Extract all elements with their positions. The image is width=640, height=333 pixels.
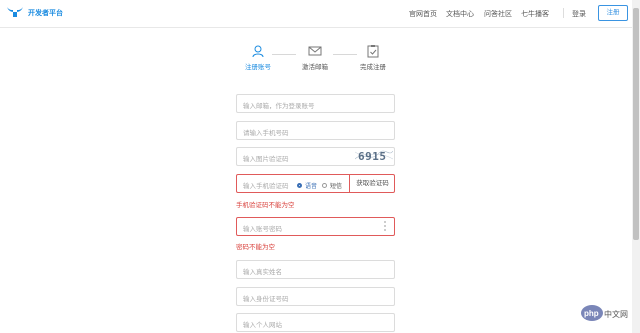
password-field[interactable]: 输入账号密码 (236, 217, 395, 236)
idcard-placeholder: 输入身份证号码 (243, 296, 289, 303)
step-connector (333, 54, 357, 55)
password-error: 密码不能为空 (236, 244, 275, 251)
image-code-placeholder: 输入图片验证码 (243, 156, 289, 163)
user-icon (252, 45, 264, 58)
radio-voice-label: 语音 (305, 184, 318, 190)
bull-logo-icon (7, 7, 23, 17)
website-field[interactable]: 输入个人网站 (236, 313, 395, 332)
logo-text: 开发者平台 (28, 9, 63, 17)
clipboard-check-icon (367, 45, 379, 58)
login-link[interactable]: 登录 (572, 9, 586, 19)
phone-placeholder: 请输入手机号码 (243, 130, 289, 137)
register-button[interactable]: 注册 (598, 5, 628, 21)
email-field[interactable]: 输入邮箱，作为登录账号 (236, 94, 395, 113)
nav-blog[interactable]: 七牛播客 (521, 9, 549, 19)
radio-sms[interactable]: 短信 (322, 181, 342, 190)
radio-selected-icon (297, 183, 302, 188)
radio-sms-label: 短信 (330, 184, 343, 190)
password-placeholder: 输入账号密码 (243, 226, 282, 233)
captcha-image[interactable]: 6915 (355, 147, 393, 164)
top-navbar: 开发者平台 官网首页 文档中心 问答社区 七牛播客 登录 注册 (0, 0, 632, 28)
step-label-register: 注册账号 (245, 64, 271, 71)
php-watermark-logo: php 中文网 (581, 305, 628, 321)
website-placeholder: 输入个人网站 (243, 322, 282, 329)
nav-divider (563, 8, 564, 18)
step-label-complete: 完成注册 (360, 64, 386, 71)
phone-field[interactable]: 请输入手机号码 (236, 121, 395, 140)
step-label-activate: 激活邮箱 (302, 64, 328, 71)
nav-docs[interactable]: 文档中心 (446, 9, 474, 19)
nav-home[interactable]: 官网首页 (409, 9, 437, 19)
watermark-site: 中文网 (604, 309, 628, 319)
radio-voice[interactable]: 语音 (297, 181, 317, 190)
idcard-field[interactable]: 输入身份证号码 (236, 287, 395, 306)
sms-code-placeholder: 输入手机验证码 (243, 183, 289, 190)
scrollbar[interactable] (632, 0, 640, 333)
sms-code-error: 手机验证码不能为空 (236, 202, 295, 209)
step-connector (272, 54, 296, 55)
nav-community[interactable]: 问答社区 (484, 9, 512, 19)
email-placeholder: 输入邮箱，作为登录账号 (243, 103, 315, 110)
mail-icon (308, 46, 322, 56)
logo[interactable]: 开发者平台 (6, 6, 63, 19)
get-code-button[interactable]: 获取验证码 (349, 174, 395, 193)
realname-placeholder: 输入真实姓名 (243, 269, 282, 276)
watermark-php: php (584, 309, 599, 318)
scrollbar-thumb[interactable] (633, 8, 639, 240)
radio-unselected-icon (322, 183, 327, 188)
password-options-icon[interactable] (383, 220, 387, 232)
captcha-text: 6915 (358, 150, 387, 163)
realname-field[interactable]: 输入真实姓名 (236, 260, 395, 279)
